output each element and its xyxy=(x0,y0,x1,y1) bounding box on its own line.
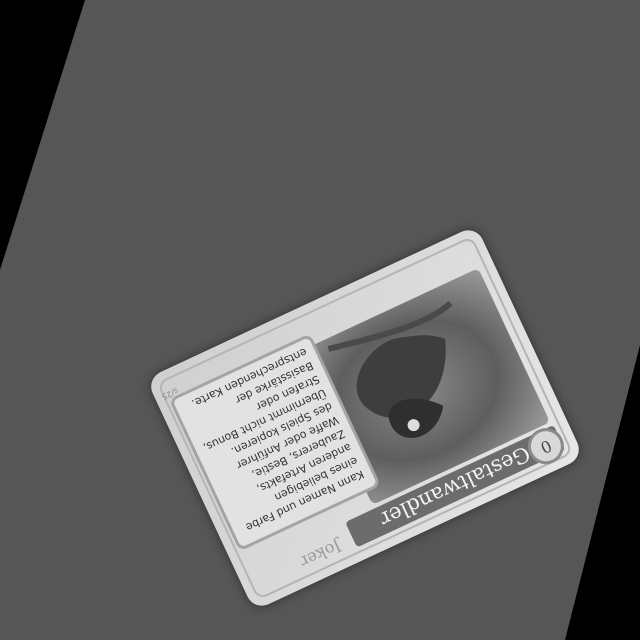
photo-scene: 0 Gestaltwandler Joker Kann Namen und Fa… xyxy=(0,0,640,640)
